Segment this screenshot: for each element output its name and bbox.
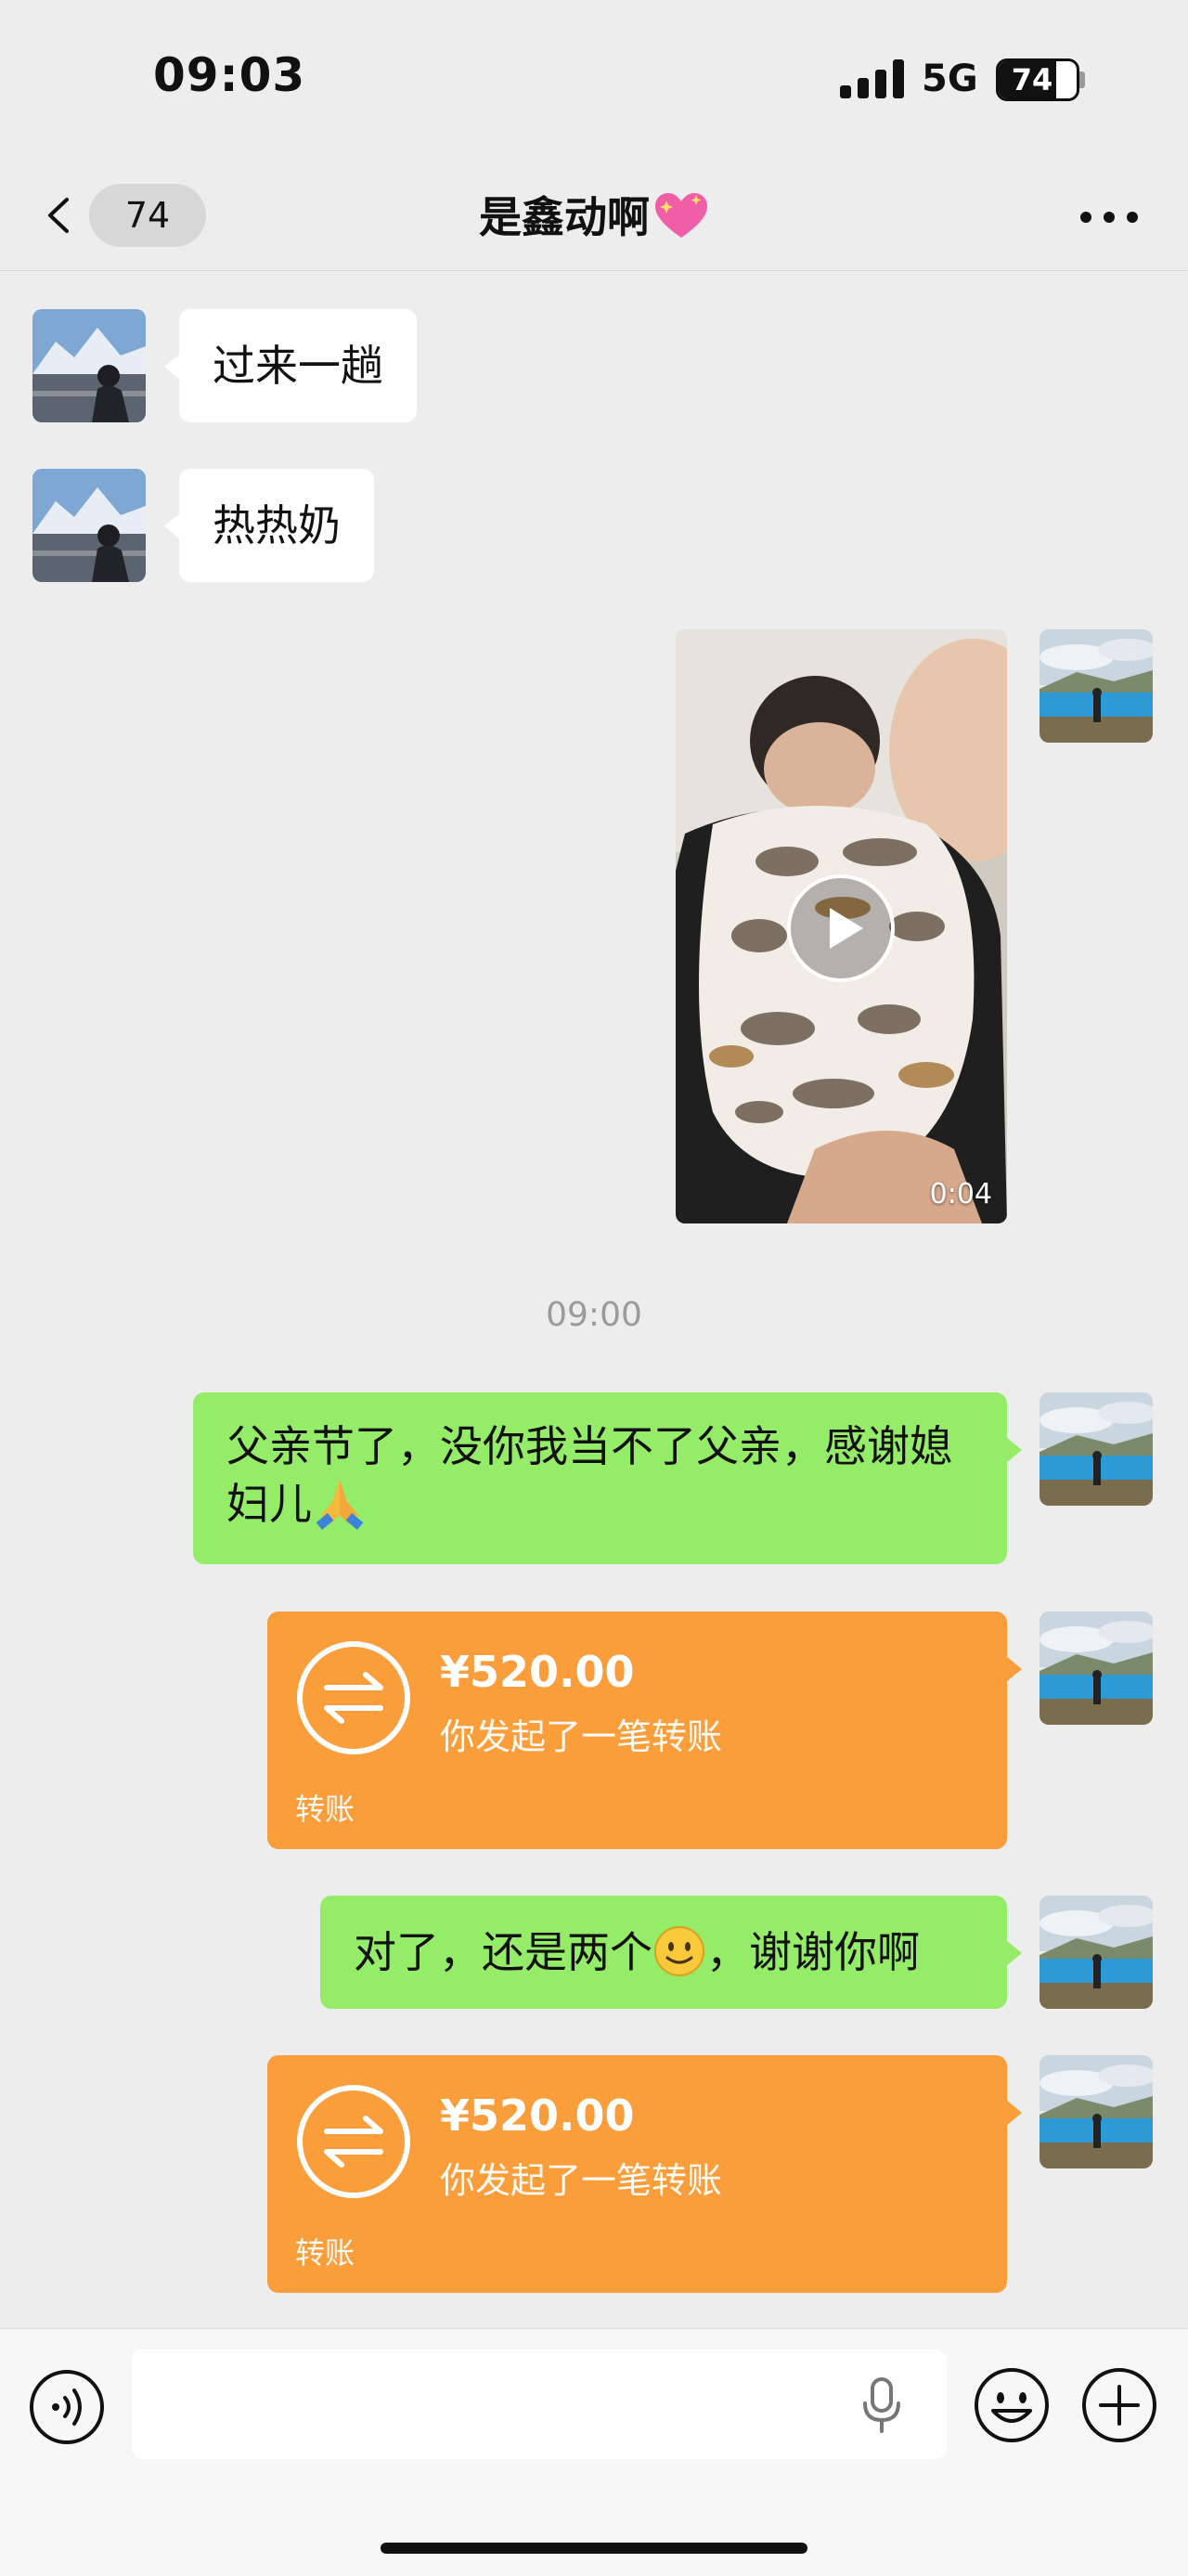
more-options-button[interactable] xyxy=(1077,193,1142,239)
transfer-label: 转账 xyxy=(295,2235,355,2271)
incoming-message-bubble[interactable]: 热热奶 xyxy=(164,469,374,582)
my-avatar[interactable] xyxy=(1040,629,1153,743)
contact-avatar-photo xyxy=(32,469,146,582)
microphone-icon[interactable] xyxy=(861,2377,902,2433)
message-text: 热热奶 xyxy=(213,500,341,550)
chevron-left-icon xyxy=(48,198,69,233)
sparkling-heart-icon xyxy=(655,193,707,238)
emoji-icon[interactable] xyxy=(973,2366,1051,2444)
my-avatar[interactable] xyxy=(1040,1392,1153,1506)
contact-avatar-photo xyxy=(32,309,146,422)
signal-strength-icon xyxy=(840,59,905,98)
my-avatar[interactable] xyxy=(1040,1896,1153,2009)
message-text-before: 对了，还是两个 xyxy=(354,1927,652,1977)
smiling-face-icon xyxy=(654,1926,704,1976)
status-bar: 09:03 5G 74 xyxy=(0,0,1188,158)
my-avatar-photo xyxy=(1040,629,1153,743)
my-avatar[interactable] xyxy=(1040,1612,1153,1725)
folded-hands-icon xyxy=(316,1480,364,1530)
transfer-label: 转账 xyxy=(295,1792,355,1827)
message-text: 过来一趟 xyxy=(213,341,383,391)
my-avatar-photo xyxy=(1040,2055,1153,2168)
chat-title-text: 是鑫动啊 xyxy=(479,192,650,242)
my-avatar-photo xyxy=(1040,1392,1153,1506)
transfer-arrows-icon xyxy=(297,2085,410,2198)
chat-header: 74 是鑫动啊 xyxy=(0,158,1188,271)
video-duration: 0:04 xyxy=(929,1178,992,1210)
incoming-message-bubble[interactable]: 过来一趟 xyxy=(164,309,417,422)
transfer-amount: ¥520.00 xyxy=(440,1647,635,1697)
my-avatar-photo xyxy=(1040,1612,1153,1725)
back-button[interactable]: 74 xyxy=(37,182,206,249)
outgoing-message-bubble[interactable]: 对了，还是两个 ，谢谢你啊 xyxy=(320,1896,1022,2009)
transfer-amount: ¥520.00 xyxy=(440,2091,635,2141)
my-avatar-photo xyxy=(1040,1896,1153,2009)
contact-avatar[interactable] xyxy=(32,309,146,422)
chat-input-bar xyxy=(0,2328,1188,2576)
play-icon[interactable] xyxy=(785,873,897,984)
chat-timestamp: 09:00 xyxy=(546,1296,642,1334)
plus-icon[interactable] xyxy=(1080,2366,1158,2444)
transfer-description: 你发起了一笔转账 xyxy=(440,1716,723,1757)
contact-avatar[interactable] xyxy=(32,469,146,582)
transfer-card[interactable]: ¥520.00 你发起了一笔转账 转账 xyxy=(267,2055,1022,2293)
unread-count-badge: 74 xyxy=(89,184,206,247)
transfer-description: 你发起了一笔转账 xyxy=(440,2160,723,2201)
voice-mode-icon[interactable] xyxy=(28,2368,106,2446)
home-indicator xyxy=(381,2543,807,2554)
my-avatar[interactable] xyxy=(1040,2055,1153,2168)
transfer-card[interactable]: ¥520.00 你发起了一笔转账 转账 xyxy=(267,1612,1022,1849)
outgoing-message-bubble[interactable]: 父亲节了，没你我当不了父亲，感谢媳妇儿 xyxy=(193,1392,1022,1564)
battery-tip xyxy=(1079,71,1085,88)
message-input[interactable] xyxy=(132,2349,947,2459)
transfer-arrows-icon xyxy=(297,1641,410,1754)
video-message[interactable]: 0:04 xyxy=(676,629,1007,1223)
battery-icon: 74 xyxy=(996,58,1079,101)
status-time: 09:03 xyxy=(153,48,306,102)
message-text-after: ，谢谢你啊 xyxy=(706,1927,920,1977)
battery-percent: 74 xyxy=(1011,62,1053,97)
network-type: 5G xyxy=(922,58,978,100)
chat-screen: 09:03 5G 74 74 是鑫动啊 过来一趟 热热奶 0:04 09:00 … xyxy=(0,0,1188,2576)
chat-title[interactable]: 是鑫动啊 xyxy=(297,184,891,245)
